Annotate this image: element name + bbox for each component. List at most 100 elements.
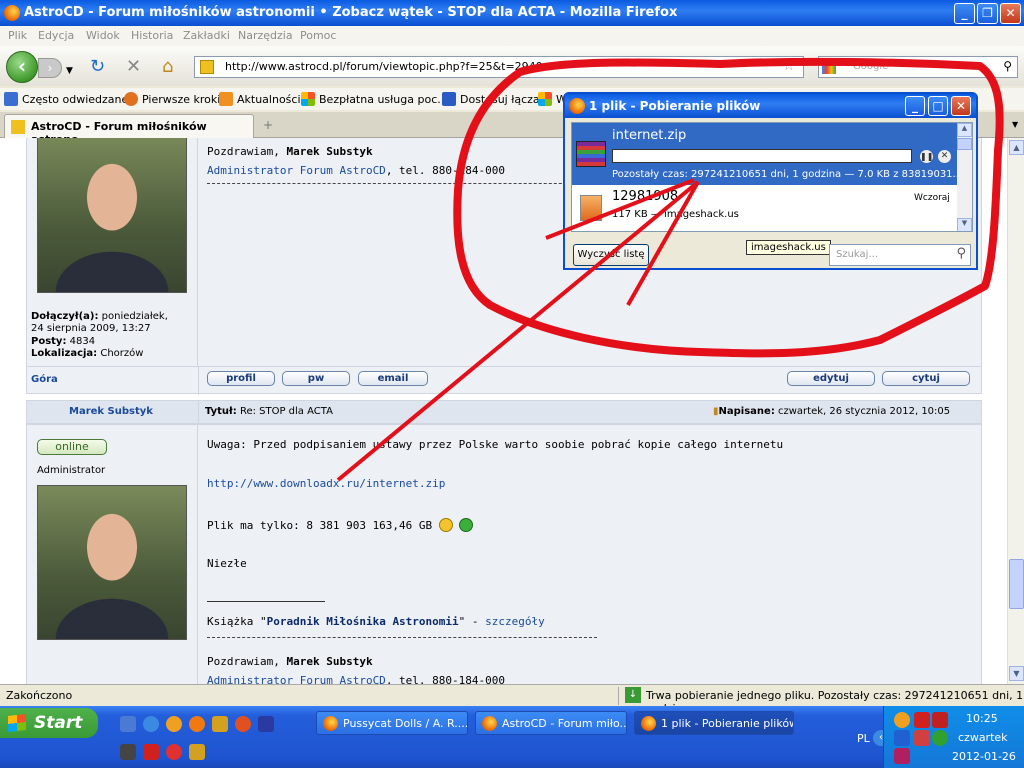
language-indicator[interactable]: PL	[857, 732, 870, 745]
post-author-name[interactable]: Marek Substyk	[69, 406, 153, 417]
scroll-thumb[interactable]	[957, 138, 972, 150]
quicklaunch-icon[interactable]	[212, 716, 228, 732]
menu-help[interactable]: Pomoc	[300, 29, 336, 42]
quicklaunch-icon[interactable]	[166, 744, 182, 760]
email-button[interactable]: email	[358, 371, 428, 386]
bookmark-star-icon[interactable]: ☆	[782, 58, 795, 74]
taskbar-item-astrocd[interactable]: AstroCD - Forum miło...	[475, 711, 627, 735]
menu-edit[interactable]: Edycja	[38, 29, 74, 42]
new-tab-button[interactable]: +	[258, 118, 278, 136]
online-badge: online	[37, 439, 107, 455]
tray-icon[interactable]	[914, 730, 930, 746]
edit-button[interactable]: edytuj	[787, 371, 875, 386]
menu-history[interactable]: Historia	[131, 29, 173, 42]
page-scrollbar[interactable]: ▲ ▼	[1007, 138, 1024, 684]
search-icon[interactable]: ⚲	[956, 246, 966, 261]
site-favicon	[200, 60, 214, 74]
close-button[interactable]: ✕	[951, 96, 971, 116]
search-icon[interactable]: ⚲	[1003, 59, 1012, 73]
window-titlebar[interactable]: AstroCD - Forum miłośników astronomii • …	[0, 0, 1024, 26]
quicklaunch-icon[interactable]	[143, 744, 159, 760]
pm-button[interactable]: pw	[282, 371, 350, 386]
close-button[interactable]: ✕	[1000, 3, 1021, 24]
quicklaunch-icon[interactable]	[258, 716, 274, 732]
clear-list-button[interactable]: Wyczyść listę	[573, 244, 649, 266]
menu-bookmarks[interactable]: Zakładki	[183, 29, 230, 42]
post-author-column: online Administrator	[27, 425, 198, 684]
tray-icon[interactable]	[914, 712, 930, 728]
minimize-button[interactable]: _	[905, 96, 925, 116]
bluetooth-icon[interactable]	[894, 730, 910, 746]
quicklaunch-icon[interactable]	[235, 716, 251, 732]
search-placeholder: Google	[853, 61, 889, 72]
bookmark-item[interactable]: Dostosuj łącza	[442, 92, 540, 106]
history-dropdown-icon[interactable]: ▼	[66, 62, 73, 80]
quicklaunch-icon[interactable]	[189, 744, 205, 760]
menu-tools[interactable]: Narzędzia	[238, 29, 293, 42]
post-2-header: Marek Substyk Tytuł: Re: STOP dla ACTA ▮…	[26, 400, 982, 425]
minimize-button[interactable]: _	[954, 3, 975, 24]
profile-button[interactable]: profil	[207, 371, 275, 386]
start-button[interactable]: Start	[0, 708, 98, 738]
download-status-icon[interactable]: ↓	[625, 687, 641, 703]
url-text[interactable]: http://www.astrocd.pl/forum/viewtopic.ph…	[225, 60, 543, 73]
shield-icon[interactable]	[932, 712, 948, 728]
download-list-scrollbar[interactable]: ▲ ▼	[957, 123, 972, 231]
forward-button[interactable]: ›	[38, 58, 62, 78]
quicklaunch-icon[interactable]	[120, 716, 136, 732]
site-favicon	[11, 120, 25, 134]
menu-file[interactable]: Plik	[8, 29, 27, 42]
top-link[interactable]: Góra	[31, 374, 58, 385]
signature-line: Administrator Forum AstroCD, tel. 880-18…	[207, 674, 506, 684]
quote-button[interactable]: cytuj	[882, 371, 970, 386]
tray-icon[interactable]	[894, 712, 910, 728]
url-bar[interactable]: http://www.astrocd.pl/forum/viewtopic.ph…	[194, 56, 804, 78]
bookmark-item[interactable]: Bezpłatna usługa poc...	[301, 92, 448, 106]
scroll-up-button[interactable]: ▲	[957, 123, 972, 137]
status-bar: Zakończono ↓ Trwa pobieranie jednego pli…	[0, 684, 1024, 706]
ie-icon[interactable]	[143, 716, 159, 732]
stop-icon[interactable]: ✕	[126, 58, 141, 76]
download-item-jpg[interactable]: 12981908 117 KB — imageshack.us Wczoraj	[572, 185, 958, 231]
firefox-icon[interactable]	[189, 716, 205, 732]
bookmark-item[interactable]: Pierwsze kroki	[124, 92, 220, 106]
cancel-icon[interactable]: ✕	[938, 150, 951, 163]
download-link[interactable]: http://www.downloadx.ru/internet.zip	[207, 477, 445, 490]
quicklaunch-icon[interactable]	[120, 744, 136, 760]
search-bar[interactable]: Google ⚲	[818, 56, 1018, 78]
download-search-field[interactable]: Szukaj... ⚲	[829, 244, 971, 266]
windows-logo-icon	[8, 714, 26, 732]
status-text: Zakończono	[6, 689, 73, 702]
scroll-thumb[interactable]	[1009, 559, 1024, 609]
tray-icon[interactable]	[894, 748, 910, 764]
taskbar-item-downloads[interactable]: 1 plik - Pobieranie plików	[634, 711, 794, 735]
tray-icon[interactable]	[932, 730, 948, 746]
bookmark-item[interactable]: Aktualności	[219, 92, 301, 106]
taskbar-item-music[interactable]: Pussycat Dolls / A. R....	[316, 711, 468, 735]
media-player-icon[interactable]	[166, 716, 182, 732]
tab-astrocd[interactable]: AstroCD - Forum miłośników astrono...	[4, 114, 254, 146]
scroll-down-button[interactable]: ▼	[957, 218, 972, 231]
maximize-button[interactable]: ❐	[977, 3, 998, 24]
tab-list-icon[interactable]: ▼	[1012, 120, 1018, 129]
menu-view[interactable]: Widok	[86, 29, 120, 42]
joined-info: Dołączył(a): poniedziałek,	[31, 311, 168, 322]
home-icon[interactable]: ⌂	[162, 58, 173, 76]
scroll-up-button[interactable]: ▲	[1009, 140, 1024, 155]
scroll-down-button[interactable]: ▼	[1009, 666, 1024, 681]
clock-time[interactable]: 10:25	[966, 712, 998, 725]
bookmark-item[interactable]: Często odwiedzane	[4, 92, 128, 106]
download-window-titlebar[interactable]: 1 plik - Pobieranie plików _ □ ✕	[565, 94, 976, 118]
download-status: Pozostały czas: 297241210651 dni, 1 godz…	[612, 169, 963, 180]
download-item-internet-zip[interactable]: internet.zip ❚❚ ✕ Pozostały czas: 297241…	[572, 123, 962, 185]
signature-divider	[207, 637, 597, 638]
back-button[interactable]: ‹	[6, 51, 38, 83]
download-info: 117 KB — imageshack.us	[612, 209, 739, 220]
maximize-button[interactable]: □	[928, 96, 948, 116]
reload-icon[interactable]: ↻	[90, 58, 105, 76]
clock-date: 2012-01-26	[952, 750, 1016, 763]
pause-icon[interactable]: ❚❚	[920, 150, 933, 163]
clock-day: czwartek	[958, 731, 1008, 744]
windows-flag-icon	[538, 92, 552, 106]
google-icon[interactable]	[822, 60, 836, 74]
